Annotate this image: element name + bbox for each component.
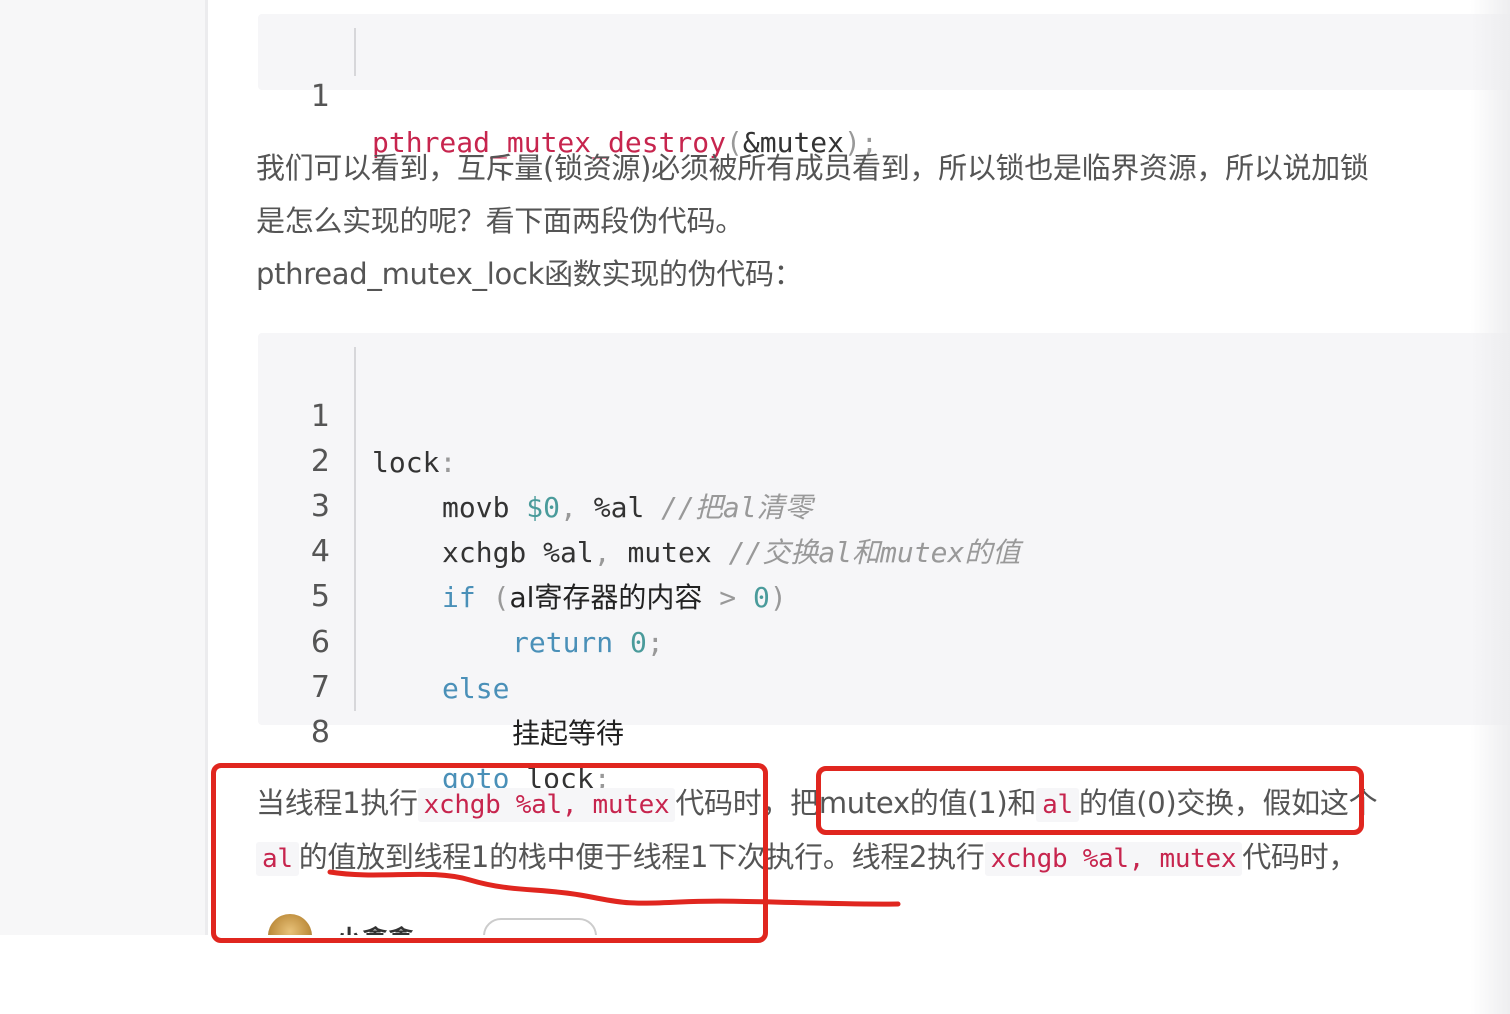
paragraph-line: 是怎么实现的呢？看下面两段伪代码。 xyxy=(256,204,744,238)
inline-code: al xyxy=(256,842,299,876)
code-block-lock: 1 lock: 2 movb $0, %al //把al清零 3 xchgb %… xyxy=(258,333,1510,795)
article-content: 1 pthread_mutex_destroy(&mutex); 我们可以看到，… xyxy=(208,0,1510,935)
text-span: 代码时，把mutex的值(1)和 xyxy=(675,786,1037,820)
code-line-7: 7 挂起等待 xyxy=(258,620,1510,749)
line-number: 8 xyxy=(310,715,330,751)
code-line-3: 3 xchgb %al, mutex //交换al和mutex的值 xyxy=(258,439,1510,568)
follow-button[interactable] xyxy=(483,918,597,935)
inline-code: al xyxy=(1036,788,1079,822)
inline-code: xchgb %al, mutex xyxy=(417,788,676,822)
inline-code: xchgb %al, mutex xyxy=(984,842,1243,876)
paragraph-line: 我们可以看到，互斥量(锁资源)必须被所有成员看到，所以锁也是临界资源，所以说加锁 xyxy=(256,151,1369,185)
author-name[interactable]: 小鑫鑫 xyxy=(336,920,414,935)
avatar[interactable] xyxy=(268,914,312,935)
code-text: 挂起等待 xyxy=(512,711,624,756)
paragraph-line: 当线程1执行 xchgb %al, mutex 代码时，把mutex的值(1)和 al… xyxy=(256,780,1378,822)
text-span: 代码时， xyxy=(1242,840,1358,874)
paragraph-line: al 的值放到线程1的栈中便于线程1下次执行。线程2执行 xchgb %al, mu… xyxy=(256,834,1357,876)
author-strip: 小鑫鑫 xyxy=(258,910,658,935)
text-span: 的值(0)交换，假如这个 xyxy=(1078,786,1378,820)
code-line: 1 pthread_mutex_destroy(&mutex); xyxy=(258,29,1510,158)
code-chinese-text: 挂起等待 xyxy=(512,716,625,750)
text-span: 的值放到线程1的栈中便于线程1下次执行。线程2执行 xyxy=(298,840,985,874)
code-line-5: 5 return 0; xyxy=(258,529,1510,658)
line-number: 1 xyxy=(310,79,330,115)
text-span: 当线程1执行 xyxy=(256,786,418,820)
code-line-8: 8 goto lock; xyxy=(258,665,1510,794)
paragraph-line: pthread_mutex_lock函数实现的伪代码： xyxy=(256,257,803,291)
code-line-2: 2 movb $0, %al //把al清零 xyxy=(258,394,1510,523)
code-line-4: 4 if (al寄存器的内容 > 0) xyxy=(258,484,1510,613)
code-block-destroy: 1 pthread_mutex_destroy(&mutex); xyxy=(258,14,1510,159)
code-line-6: 6 else xyxy=(258,575,1510,704)
code-line-1: 1 lock: xyxy=(258,349,1510,478)
left-margin xyxy=(0,0,205,935)
